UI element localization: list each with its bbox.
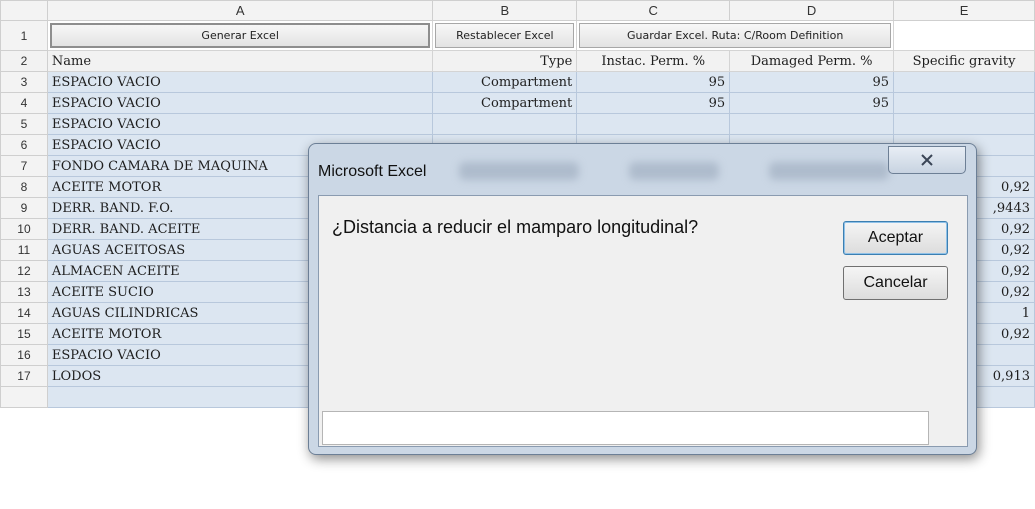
- restablecer-excel-button[interactable]: Restablecer Excel: [435, 23, 575, 48]
- row-number[interactable]: 13: [0, 281, 48, 303]
- row-number[interactable]: [0, 386, 48, 408]
- cell-instac[interactable]: 95: [576, 71, 731, 93]
- cell-c1[interactable]: Guardar Excel. Ruta: C/Room Definition: [576, 20, 895, 51]
- row-number[interactable]: 3: [0, 71, 48, 93]
- cell-name[interactable]: ESPACIO VACIO: [46, 92, 434, 114]
- column-header-c[interactable]: C: [576, 0, 731, 21]
- row-number[interactable]: 10: [0, 218, 48, 240]
- dialog-prompt: ¿Distancia a reducir el mamparo longitud…: [332, 217, 699, 237]
- cell-damaged[interactable]: 95: [729, 71, 895, 93]
- cell-b1[interactable]: Restablecer Excel: [432, 20, 578, 51]
- cell-name[interactable]: ESPACIO VACIO: [46, 71, 434, 93]
- row-number[interactable]: 16: [0, 344, 48, 366]
- header-name[interactable]: Name: [46, 50, 434, 72]
- header-gravity[interactable]: Specific gravity: [893, 50, 1035, 72]
- column-header-e[interactable]: E: [893, 0, 1035, 21]
- dialog-title: Microsoft Excel: [318, 163, 427, 180]
- close-icon: [921, 154, 933, 166]
- header-damaged[interactable]: Damaged Perm. %: [729, 50, 895, 72]
- cell-damaged[interactable]: 95: [729, 92, 895, 114]
- row-number[interactable]: 11: [0, 239, 48, 261]
- cell-e1[interactable]: [893, 20, 1035, 51]
- row-number[interactable]: 17: [0, 365, 48, 387]
- dialog-input[interactable]: [322, 411, 929, 445]
- column-header-a[interactable]: A: [46, 0, 434, 21]
- row-number[interactable]: 6: [0, 134, 48, 156]
- table-row: 3 ESPACIO VACIO Compartment 95 95: [0, 71, 1035, 93]
- row-number[interactable]: 8: [0, 176, 48, 198]
- dialog-body: ¿Distancia a reducir el mamparo longitud…: [318, 195, 968, 447]
- cell-type[interactable]: [432, 113, 578, 135]
- cell-gravity[interactable]: [893, 92, 1035, 114]
- row-number[interactable]: 1: [0, 20, 48, 51]
- titlebar-blur: [459, 162, 579, 180]
- row-number[interactable]: 7: [0, 155, 48, 177]
- cell-type[interactable]: Compartment: [432, 71, 578, 93]
- cancelar-button[interactable]: Cancelar: [843, 266, 948, 300]
- table-row: 4 ESPACIO VACIO Compartment 95 95: [0, 92, 1035, 114]
- aceptar-button[interactable]: Aceptar: [843, 221, 948, 255]
- header-instac[interactable]: Instac. Perm. %: [576, 50, 731, 72]
- column-header-d[interactable]: D: [729, 0, 895, 21]
- row-number[interactable]: 2: [0, 50, 48, 72]
- titlebar-blur: [629, 162, 719, 180]
- column-header-b[interactable]: B: [432, 0, 578, 21]
- row-number[interactable]: 14: [0, 302, 48, 324]
- generar-excel-button[interactable]: Generar Excel: [49, 23, 431, 48]
- close-button[interactable]: [888, 146, 966, 174]
- select-all-corner[interactable]: [0, 0, 48, 21]
- cell-instac[interactable]: 95: [576, 92, 731, 114]
- column-header-row: A B C D E: [0, 0, 1035, 21]
- table-row: 5 ESPACIO VACIO: [0, 113, 1035, 135]
- row-number[interactable]: 12: [0, 260, 48, 282]
- row-number[interactable]: 15: [0, 323, 48, 345]
- button-row: 1 Generar Excel Restablecer Excel Guarda…: [0, 20, 1035, 51]
- cell-gravity[interactable]: [893, 113, 1035, 135]
- cell-name[interactable]: ESPACIO VACIO: [46, 113, 434, 135]
- input-dialog: Microsoft Excel ¿Distancia a reducir el …: [308, 143, 977, 455]
- cell-damaged[interactable]: [729, 113, 895, 135]
- cell-a1[interactable]: Generar Excel: [46, 20, 434, 51]
- cell-type[interactable]: Compartment: [432, 92, 578, 114]
- row-number[interactable]: 9: [0, 197, 48, 219]
- table-header-row: 2 Name Type Instac. Perm. % Damaged Perm…: [0, 50, 1035, 72]
- header-type[interactable]: Type: [432, 50, 578, 72]
- row-number[interactable]: 4: [0, 92, 48, 114]
- dialog-titlebar[interactable]: Microsoft Excel: [309, 144, 976, 192]
- cell-instac[interactable]: [576, 113, 731, 135]
- guardar-excel-button[interactable]: Guardar Excel. Ruta: C/Room Definition: [579, 23, 892, 48]
- titlebar-blur: [769, 162, 889, 180]
- cell-gravity[interactable]: [893, 71, 1035, 93]
- row-number[interactable]: 5: [0, 113, 48, 135]
